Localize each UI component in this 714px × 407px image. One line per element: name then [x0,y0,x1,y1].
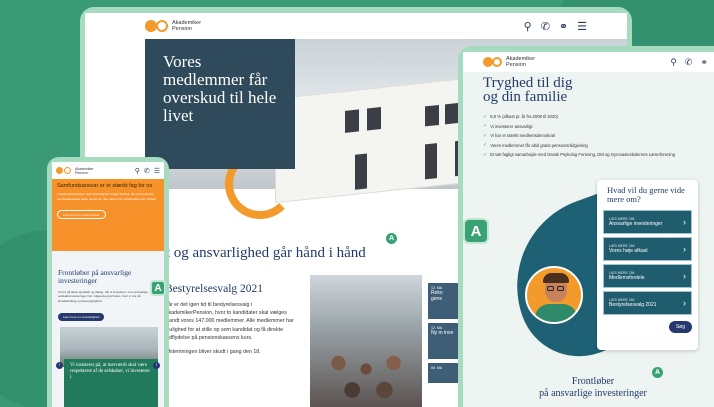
lock-icon[interactable]: ⚭ [559,20,568,33]
election-card: Bestyrelsesvalg 2021 I år er det igen ti… [145,273,305,407]
chevron-right-icon: › [683,271,686,281]
check-icon: ✓ [483,123,488,130]
logo-circle-outline [156,20,168,32]
topics-card: Hvad vil du gerne vide mere om? LÆS MERE… [597,180,698,350]
desktop-header: Akademiker Pension ⚲ ✆ ⚭ ☰ [85,13,627,39]
tablet-title: Tryghed til dig og din familie [483,75,573,105]
menu-icon[interactable]: ☰ [577,20,587,33]
tile-label: Bestyrelsesvalg 2021 [609,302,657,308]
news-card-2[interactable]: 12. MA Ny m inve [428,323,458,359]
badge-a: A [150,280,166,296]
badge-a: A [463,218,489,244]
phone-icon[interactable]: ✆ [144,167,150,175]
brand-logo[interactable]: Akademiker Pension [145,20,201,32]
lock-icon[interactable]: ⚭ [700,57,708,68]
header-icons: ⚲ ✆ ⚭ [670,57,708,68]
phone-section-text: Vi tror på aktivt ejerskab og dialog, nå… [58,290,148,303]
banner-link[interactable]: Læs mere om vores ansvar [57,210,106,219]
menu-icon[interactable]: ☰ [154,167,160,175]
hero-title-box: Vores medlemmer får overskud til hele li… [145,39,295,169]
chevron-right-icon: › [683,244,686,254]
header-icons: ⚲ ✆ ☰ [135,167,160,175]
brand-logo[interactable]: Akademiker Pension [483,56,535,68]
check-item: Vi har et stærkt medlemsdemokrati [490,133,556,139]
phone-icon[interactable]: ✆ [541,20,550,33]
topic-tile[interactable]: LÆS MERE OM Medlemsfordele › [603,264,692,288]
topic-tile[interactable]: LÆS MERE OM Ansvarlige investeringer › [603,210,692,234]
footer-line1: Frontløber [571,376,615,387]
news-title: Ny m inve [431,330,454,336]
check-item: Et tæt fagligt samarbejde med Dansk Psyk… [490,152,676,158]
brand-line2: Pension [172,26,192,32]
banner-title: Samfundsansvar er et stærkt fag for os [57,183,153,189]
tablet-title-line1: Tryghed til dig [483,75,573,91]
header-icons: ⚲ ✆ ⚭ ☰ [524,20,587,33]
checklist: ✓ 8,9 % (afkast pr. år fra 2008 til 2020)… [483,110,714,162]
phone-header: Akademiker Pension ⚲ ✆ ☰ [52,162,164,179]
hero-title: Vores medlemmer får overskud til hele li… [163,52,277,125]
phone-section-title: Frontløber på ansvarlige investeringer [58,268,132,285]
search-icon[interactable]: ⚲ [524,20,532,33]
news-card-1[interactable]: 12. MA Reko gene [428,283,458,319]
brand-logo[interactable]: Akademiker Pension [56,167,93,175]
topic-tile[interactable]: LÆS MERE OM Bestyrelsesvalg 2021 › [603,291,692,315]
tablet-mockup: Akademiker Pension ⚲ ✆ ⚭ Tryghed til dig … [458,46,714,407]
topics-card-title: Hvad vil du gerne vide mere om? [607,185,685,204]
election-text-2: Afstemningen bliver skudt i gang den 18. [165,349,261,356]
check-icon: ✓ [483,142,488,149]
phone-screen: Akademiker Pension ⚲ ✆ ☰ Samfundsansvar e… [52,162,164,407]
news-date: 06. MA [431,366,443,370]
tablet-footer-title: Frontløber på ansvarlige investeringer [503,376,683,400]
tile-label: Medlemsfordele [609,275,645,281]
check-icon: ✓ [483,151,488,158]
tile-kicker: LÆS MERE OM [609,271,635,275]
tile-kicker: LÆS MERE OM [609,298,635,302]
phone-cta-button[interactable]: Læs mere om ansvarlighed [58,313,105,321]
election-photo [310,275,422,407]
footer-line2: på ansvarlige investeringer [539,388,647,399]
chevron-right-icon: › [683,217,686,227]
check-icon: ✓ [483,113,488,120]
phone-quote: Vi insisterer på, at merværdi skal være … [70,363,151,380]
phone-icon[interactable]: ✆ [685,57,693,68]
badge-a: A [386,233,397,244]
news-card-3[interactable]: 06. MA [428,363,458,383]
check-item: Vores medlemmer får altid gratis pension… [490,142,588,148]
tile-kicker: LÆS MERE OM [609,244,635,248]
avatar [525,266,583,324]
news-title: Reko gene [431,290,443,302]
banner-text: I AkademikerPension skal ansvarlighed br… [57,192,157,201]
brand-line1: Akademiker [75,166,94,171]
search-icon[interactable]: ⚲ [670,57,677,68]
tablet-title-line2: og din familie [483,89,568,105]
chevron-right-icon: › [683,298,686,308]
section-heading: Fast og ansvarlighed går hånd i hånd [145,245,366,261]
election-title: Bestyrelsesvalg 2021 [165,283,264,295]
tile-label: Vores høje afkast [609,248,648,254]
check-item: Vi investerer ansvarligt [490,123,533,129]
carousel-next-icon[interactable]: › [153,362,160,369]
brand-line2: Pension [506,62,526,68]
phone-banner: Samfundsansvar er et stærkt fag for os I… [52,179,164,251]
check-icon: ✓ [483,132,488,139]
topic-tile[interactable]: LÆS MERE OM Vores høje afkast › [603,237,692,261]
search-button[interactable]: Søg [668,321,692,333]
tile-label: Ansvarlige investeringer [609,221,663,227]
tile-kicker: LÆS MERE OM [609,217,635,221]
search-icon[interactable]: ⚲ [135,167,140,175]
tablet-screen: Akademiker Pension ⚲ ✆ ⚭ Tryghed til dig … [463,52,714,407]
tablet-header: Akademiker Pension ⚲ ✆ ⚭ [463,52,714,72]
check-item: 8,9 % (afkast pr. år fra 2008 til 2020) [490,114,558,120]
election-text: I år er det igen tid til bestyrelsesvalg… [165,302,294,341]
brand-line2: Pension [75,170,88,175]
phone-quote-box: Vi insisterer på, at merværdi skal være … [64,359,158,407]
carousel-prev-icon[interactable]: ‹ [56,362,63,369]
